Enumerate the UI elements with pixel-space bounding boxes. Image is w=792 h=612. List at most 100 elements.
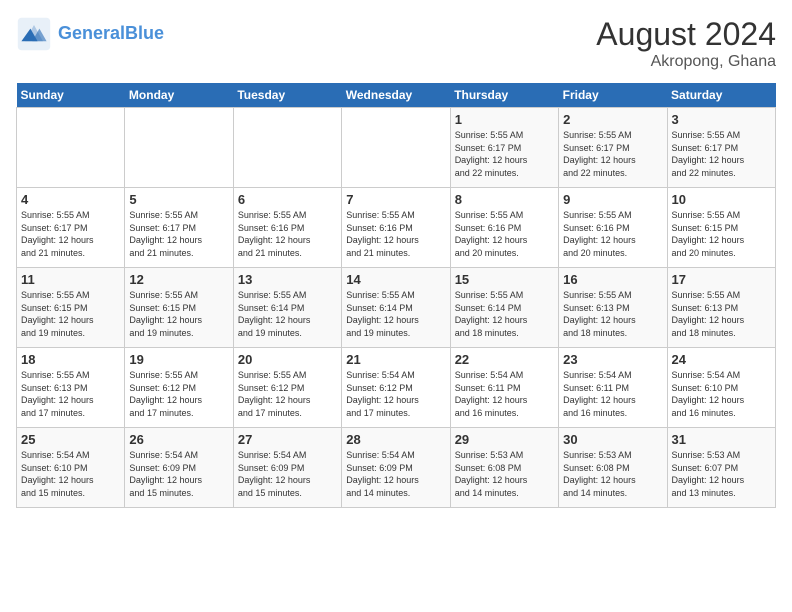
calendar-cell — [17, 108, 125, 188]
week-row: 18 Sunrise: 5:55 AM Sunset: 6:13 PM Dayli… — [17, 348, 776, 428]
calendar-cell: 19 Sunrise: 5:55 AM Sunset: 6:12 PM Dayli… — [125, 348, 233, 428]
week-row: 1 Sunrise: 5:55 AM Sunset: 6:17 PM Daylig… — [17, 108, 776, 188]
day-info: Sunrise: 5:55 AM Sunset: 6:17 PM Dayligh… — [672, 129, 771, 179]
day-number: 27 — [238, 432, 337, 447]
weekday-row: SundayMondayTuesdayWednesdayThursdayFrid… — [17, 83, 776, 108]
calendar-body: 1 Sunrise: 5:55 AM Sunset: 6:17 PM Daylig… — [17, 108, 776, 508]
calendar-cell: 27 Sunrise: 5:54 AM Sunset: 6:09 PM Dayli… — [233, 428, 341, 508]
calendar-cell — [342, 108, 450, 188]
calendar-cell: 6Sunrise: 5:55 AM Sunset: 6:16 PM Daylig… — [233, 188, 341, 268]
calendar-cell: 8 Sunrise: 5:55 AM Sunset: 6:16 PM Daylig… — [450, 188, 558, 268]
calendar-cell: 29Sunrise: 5:53 AM Sunset: 6:08 PM Dayli… — [450, 428, 558, 508]
week-row: 4 Sunrise: 5:55 AM Sunset: 6:17 PM Daylig… — [17, 188, 776, 268]
day-info: Sunrise: 5:55 AM Sunset: 6:12 PM Dayligh… — [129, 369, 228, 419]
day-number: 26 — [129, 432, 228, 447]
weekday-header: Monday — [125, 83, 233, 108]
day-info: Sunrise: 5:54 AM Sunset: 6:09 PM Dayligh… — [346, 449, 445, 499]
day-number: 31 — [672, 432, 771, 447]
calendar-header: SundayMondayTuesdayWednesdayThursdayFrid… — [17, 83, 776, 108]
calendar-cell: 28 Sunrise: 5:54 AM Sunset: 6:09 PM Dayli… — [342, 428, 450, 508]
day-info: Sunrise: 5:55 AM Sunset: 6:14 PM Dayligh… — [455, 289, 554, 339]
day-number: 2 — [563, 112, 662, 127]
day-info: Sunrise: 5:55 AM Sunset: 6:16 PM Dayligh… — [238, 209, 337, 259]
calendar-cell — [125, 108, 233, 188]
day-number: 5 — [129, 192, 228, 207]
calendar-cell: 23 Sunrise: 5:54 AM Sunset: 6:11 PM Dayli… — [559, 348, 667, 428]
day-info: Sunrise: 5:55 AM Sunset: 6:13 PM Dayligh… — [563, 289, 662, 339]
day-info: Sunrise: 5:55 AM Sunset: 6:16 PM Dayligh… — [346, 209, 445, 259]
day-info: Sunrise: 5:53 AM Sunset: 6:08 PM Dayligh… — [563, 449, 662, 499]
logo-text: GeneralBlue — [58, 24, 164, 44]
logo-icon — [16, 16, 52, 52]
day-info: Sunrise: 5:55 AM Sunset: 6:16 PM Dayligh… — [563, 209, 662, 259]
logo: GeneralBlue — [16, 16, 164, 52]
calendar-cell: 5Sunrise: 5:55 AM Sunset: 6:17 PM Daylig… — [125, 188, 233, 268]
day-info: Sunrise: 5:55 AM Sunset: 6:17 PM Dayligh… — [21, 209, 120, 259]
calendar-cell: 24 Sunrise: 5:54 AM Sunset: 6:10 PM Dayli… — [667, 348, 775, 428]
calendar-cell: 1 Sunrise: 5:55 AM Sunset: 6:17 PM Daylig… — [450, 108, 558, 188]
day-info: Sunrise: 5:55 AM Sunset: 6:15 PM Dayligh… — [21, 289, 120, 339]
weekday-header: Wednesday — [342, 83, 450, 108]
day-number: 25 — [21, 432, 120, 447]
day-info: Sunrise: 5:55 AM Sunset: 6:17 PM Dayligh… — [455, 129, 554, 179]
day-info: Sunrise: 5:55 AM Sunset: 6:16 PM Dayligh… — [455, 209, 554, 259]
day-number: 10 — [672, 192, 771, 207]
day-info: Sunrise: 5:55 AM Sunset: 6:15 PM Dayligh… — [672, 209, 771, 259]
day-number: 17 — [672, 272, 771, 287]
day-number: 19 — [129, 352, 228, 367]
day-number: 13 — [238, 272, 337, 287]
calendar-cell: 25Sunrise: 5:54 AM Sunset: 6:10 PM Dayli… — [17, 428, 125, 508]
day-number: 21 — [346, 352, 445, 367]
day-number: 28 — [346, 432, 445, 447]
calendar-cell — [233, 108, 341, 188]
day-info: Sunrise: 5:55 AM Sunset: 6:12 PM Dayligh… — [238, 369, 337, 419]
day-number: 12 — [129, 272, 228, 287]
page-header: GeneralBlue August 2024 Akropong, Ghana — [16, 16, 776, 71]
calendar-cell: 7 Sunrise: 5:55 AM Sunset: 6:16 PM Daylig… — [342, 188, 450, 268]
day-number: 4 — [21, 192, 120, 207]
day-number: 8 — [455, 192, 554, 207]
day-info: Sunrise: 5:55 AM Sunset: 6:15 PM Dayligh… — [129, 289, 228, 339]
day-info: Sunrise: 5:54 AM Sunset: 6:09 PM Dayligh… — [238, 449, 337, 499]
day-number: 18 — [21, 352, 120, 367]
day-info: Sunrise: 5:54 AM Sunset: 6:10 PM Dayligh… — [672, 369, 771, 419]
main-title: August 2024 — [596, 16, 776, 53]
weekday-header: Friday — [559, 83, 667, 108]
day-info: Sunrise: 5:54 AM Sunset: 6:11 PM Dayligh… — [563, 369, 662, 419]
title-block: August 2024 Akropong, Ghana — [596, 16, 776, 71]
calendar-cell: 2Sunrise: 5:55 AM Sunset: 6:17 PM Daylig… — [559, 108, 667, 188]
weekday-header: Tuesday — [233, 83, 341, 108]
day-number: 9 — [563, 192, 662, 207]
calendar-cell: 20 Sunrise: 5:55 AM Sunset: 6:12 PM Dayli… — [233, 348, 341, 428]
calendar-cell: 10 Sunrise: 5:55 AM Sunset: 6:15 PM Dayli… — [667, 188, 775, 268]
calendar-cell: 12 Sunrise: 5:55 AM Sunset: 6:15 PM Dayli… — [125, 268, 233, 348]
week-row: 25Sunrise: 5:54 AM Sunset: 6:10 PM Dayli… — [17, 428, 776, 508]
calendar-cell: 15 Sunrise: 5:55 AM Sunset: 6:14 PM Dayli… — [450, 268, 558, 348]
day-number: 29 — [455, 432, 554, 447]
sub-title: Akropong, Ghana — [596, 53, 776, 71]
calendar-table: SundayMondayTuesdayWednesdayThursdayFrid… — [16, 83, 776, 508]
day-info: Sunrise: 5:55 AM Sunset: 6:13 PM Dayligh… — [21, 369, 120, 419]
calendar-cell: 17Sunrise: 5:55 AM Sunset: 6:13 PM Dayli… — [667, 268, 775, 348]
calendar-cell: 21Sunrise: 5:54 AM Sunset: 6:12 PM Dayli… — [342, 348, 450, 428]
calendar-cell: 31Sunrise: 5:53 AM Sunset: 6:07 PM Dayli… — [667, 428, 775, 508]
day-number: 11 — [21, 272, 120, 287]
calendar-cell: 4 Sunrise: 5:55 AM Sunset: 6:17 PM Daylig… — [17, 188, 125, 268]
day-number: 15 — [455, 272, 554, 287]
weekday-header: Saturday — [667, 83, 775, 108]
calendar-cell: 26 Sunrise: 5:54 AM Sunset: 6:09 PM Dayli… — [125, 428, 233, 508]
calendar-cell: 30Sunrise: 5:53 AM Sunset: 6:08 PM Dayli… — [559, 428, 667, 508]
weekday-header: Thursday — [450, 83, 558, 108]
day-number: 24 — [672, 352, 771, 367]
day-number: 16 — [563, 272, 662, 287]
day-number: 1 — [455, 112, 554, 127]
logo-line1: General — [58, 23, 125, 43]
day-number: 7 — [346, 192, 445, 207]
day-info: Sunrise: 5:54 AM Sunset: 6:09 PM Dayligh… — [129, 449, 228, 499]
calendar-cell: 13 Sunrise: 5:55 AM Sunset: 6:14 PM Dayli… — [233, 268, 341, 348]
calendar-cell: 11 Sunrise: 5:55 AM Sunset: 6:15 PM Dayli… — [17, 268, 125, 348]
day-info: Sunrise: 5:54 AM Sunset: 6:11 PM Dayligh… — [455, 369, 554, 419]
day-number: 20 — [238, 352, 337, 367]
day-info: Sunrise: 5:55 AM Sunset: 6:14 PM Dayligh… — [238, 289, 337, 339]
day-number: 23 — [563, 352, 662, 367]
